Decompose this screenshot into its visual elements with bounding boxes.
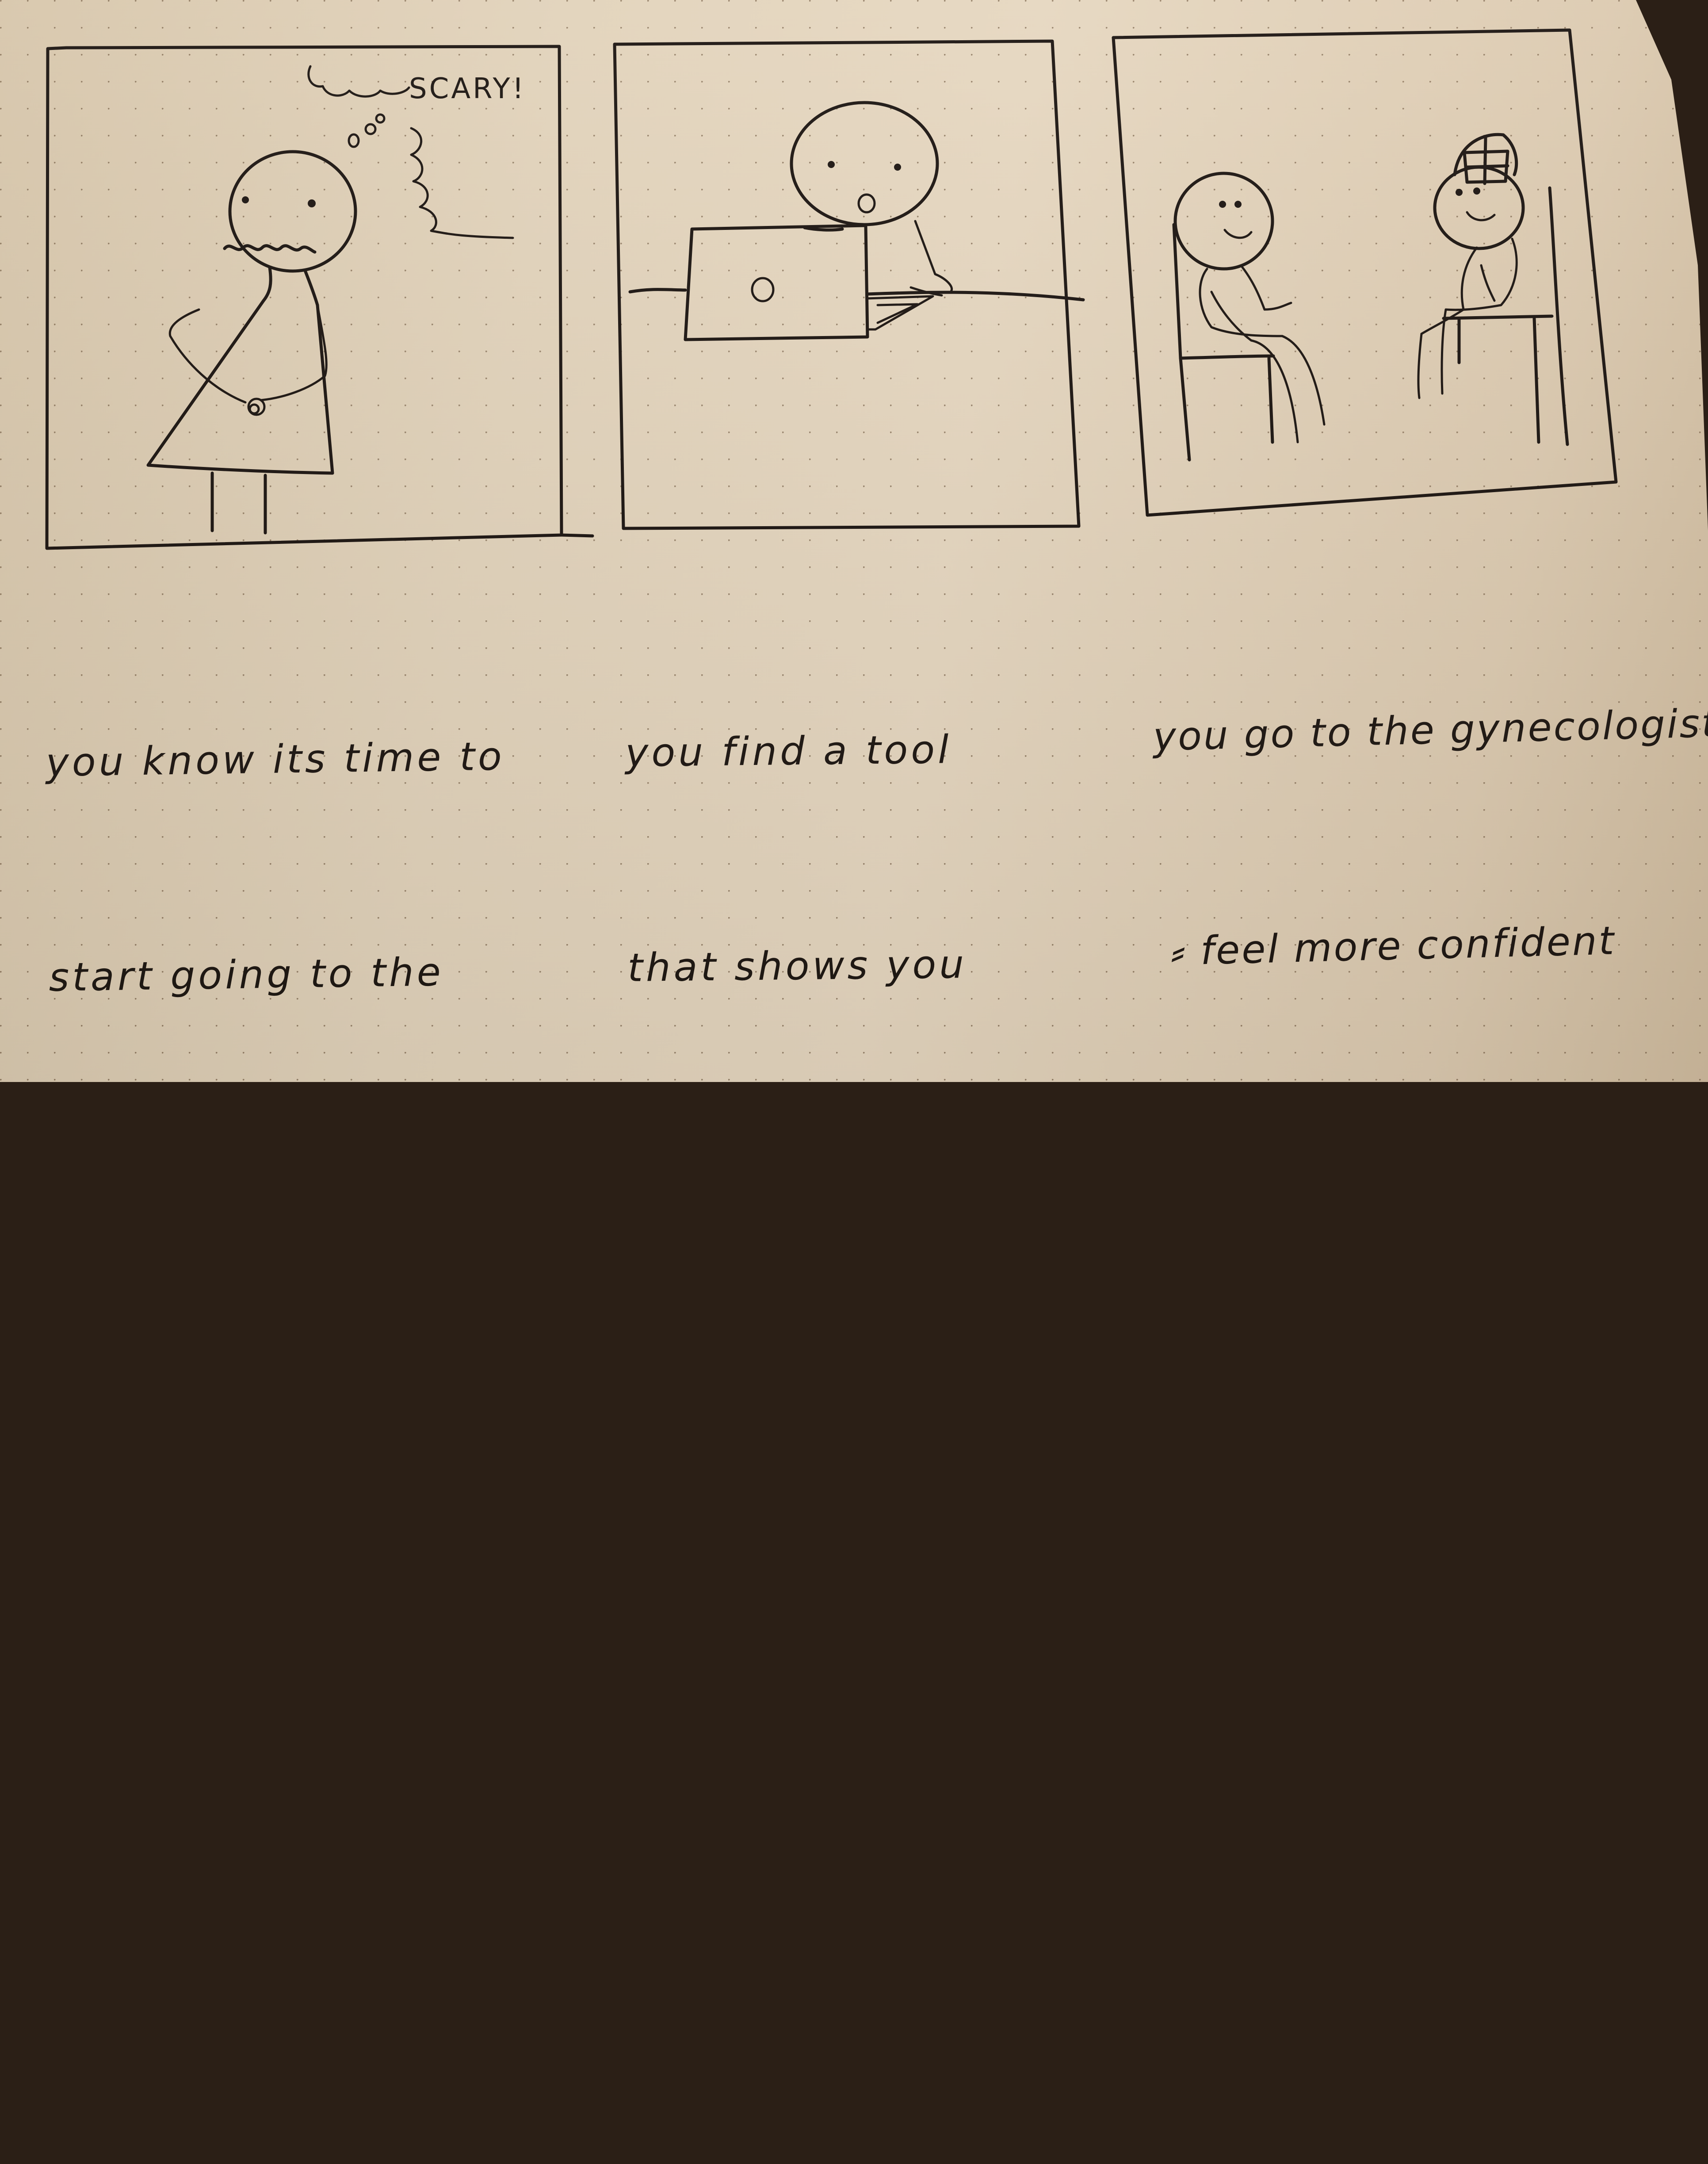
panel-1: SCARY! <box>45 45 594 550</box>
caption-line: feel scared ⸗ don't <box>54 1378 466 1430</box>
caption-line: ⸗ feel more confident <box>1171 918 1616 974</box>
doctor-figure <box>1417 133 1525 399</box>
panel-2 <box>613 39 1085 530</box>
caption-line: start going to the <box>48 949 444 1000</box>
caption-line: learning more about <box>1199 1347 1632 1403</box>
caption-line: you go to the gynecologist <box>1152 700 1708 760</box>
laptop <box>684 224 934 341</box>
scared-person-figure <box>146 150 357 535</box>
caption-line: ⸗ comfortable after <box>1176 1133 1577 1189</box>
desk-edge <box>628 288 1085 302</box>
caption-line: will be mindful of <box>636 1800 1028 1850</box>
thought-bubble-text: SCARY! <box>409 73 526 105</box>
caption-line: helps you find a <box>631 1371 993 1420</box>
patient-figure <box>1173 172 1326 444</box>
caption-line: know what to expect <box>57 1593 524 1645</box>
caption-line: you find a tool <box>625 726 952 776</box>
panel-1-caption: you know its time to start going to the … <box>43 577 546 1645</box>
caption-line: you know its time to <box>45 733 505 785</box>
caption-line: gynecologist, but you <box>51 1162 538 1215</box>
caption-line: that shows you <box>627 941 967 990</box>
thought-bubble: SCARY! <box>307 65 526 239</box>
panel-2-caption: you find a tool that shows you what to e… <box>623 570 1031 2065</box>
notebook-page: SCARY! you know its time to start going … <box>0 0 1708 1082</box>
caption-line: your fears <box>638 2017 868 2065</box>
panel-3-caption: you go to the gynecologist ⸗ feel more c… <box>1149 544 1708 1618</box>
caption-line: gynecologist who <box>634 1585 1024 1635</box>
caption-line: what to expect ⸗ <box>629 1156 997 1205</box>
panel-2-frame <box>613 39 1081 530</box>
person-at-laptop-figure <box>790 101 953 297</box>
doctor-chair <box>1442 186 1569 446</box>
caption-line: what to expect <box>1220 1564 1537 1618</box>
panel-3 <box>1112 28 1618 517</box>
